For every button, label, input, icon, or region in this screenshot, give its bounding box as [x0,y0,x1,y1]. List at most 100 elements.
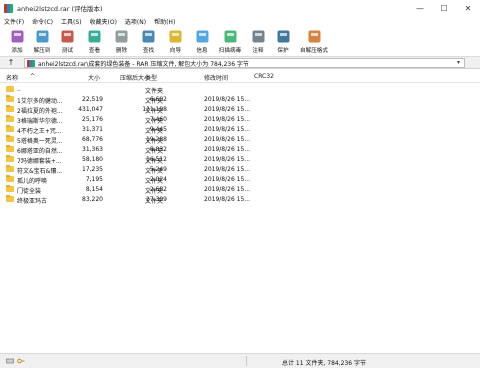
column-modified[interactable]: 修改时间 [204,73,228,82]
comment-icon [250,28,267,45]
file-name: .. [17,86,21,93]
toolbar-label: 信息 [196,48,208,54]
column-type[interactable]: 类型 [145,73,157,82]
toolbar-button-5[interactable]: 查找 [135,27,162,54]
menu-file[interactable]: 文件(F) [0,17,28,26]
toolbar-button-8[interactable]: 扫描病毒 [215,27,245,54]
column-crc[interactable]: CRC32 [254,73,274,80]
info-icon [194,28,211,45]
view-icon [86,28,103,45]
up-one-level-icon[interactable]: ↑ [0,58,22,67]
file-size: 17,235 [82,166,103,173]
menu-help[interactable]: 帮助(H) [150,17,179,26]
key-icon[interactable] [17,357,25,365]
maximize-button[interactable]: ☐ [432,0,456,16]
extract-to-icon [34,28,51,45]
scan-virus-icon [222,28,239,45]
status-icons [6,357,25,365]
toolbar: 添加 解压到 测试 查看 删除 查找 向导 信息 扫描病毒 注释 保护 自解压格式 [0,27,480,57]
toolbar-label: 注释 [252,48,264,54]
protect-icon [275,28,292,45]
file-modified: 2019/8/26 15... [204,146,251,153]
toolbar-button-4[interactable]: 删除 [108,27,135,54]
folder-icon [6,155,14,162]
toolbar-label: 删除 [115,48,128,54]
file-modified: 2019/8/26 15... [204,116,251,123]
folder-icon [6,185,14,192]
file-modified: 2019/8/26 15... [204,96,251,103]
winrar-app-icon [4,3,13,13]
toolbar-button-10[interactable]: 保护 [271,27,295,54]
list-item[interactable]: 6娜塔亚的自然... 31,363 8,832 文件夹 2019/8/26 15... [0,144,480,155]
file-modified: 2019/8/26 15... [204,166,251,173]
add-archive-icon [9,28,26,45]
file-size: 58,180 [82,156,103,163]
toolbar-label: 保护 [277,48,289,54]
folder-icon [6,95,14,102]
file-modified: 2019/8/26 15... [204,176,251,183]
test-icon [59,28,76,45]
file-modified: 2019/8/26 15... [204,186,251,193]
menu-bar: 文件(F) 命令(C) 工具(S) 收藏夹(O) 选项(N) 帮助(H) [0,16,480,27]
list-item-updir[interactable]: .. 文件夹 [0,84,480,95]
drive-icon[interactable] [6,357,14,365]
window-title: anhei2lstzcd.rar (评估版本) [17,5,103,13]
column-name[interactable]: 名称 [6,73,18,82]
menu-favorites[interactable]: 收藏夹(O) [86,17,121,26]
toolbar-button-9[interactable]: 注释 [245,27,271,54]
column-size[interactable]: 大小 [88,73,100,82]
folder-icon [6,165,14,172]
list-item[interactable]: 7玛德娜套装+... 58,180 16,512 文件夹 2019/8/26 15... [0,154,480,165]
toolbar-label: 测试 [61,48,74,54]
menu-commands[interactable]: 命令(C) [28,17,57,26]
column-header-row: 名称 ^ 大小 压缩后大小 类型 修改时间 CRC32 [0,69,480,83]
file-modified: 2019/8/26 15... [204,106,251,113]
list-item[interactable]: 孤儿的呼唤 7,195 2,024 文件夹 2019/8/26 15... [0,174,480,185]
folder-icon [6,175,14,182]
list-item[interactable]: 2福拉夏的外袍... 431,047 121,198 文件夹 2019/8/26 15.… [0,104,480,115]
folder-icon [6,135,14,142]
file-size: 68,776 [82,136,103,143]
path-field[interactable]: anhei2lstzcd.rar\成套的绿色装备 - RAR 压缩文件, 解包大… [24,58,465,68]
file-size: 7,195 [85,176,103,183]
folder-icon [6,125,14,132]
file-size: 31,371 [82,126,103,133]
file-modified: 2019/8/26 15... [204,196,251,203]
folder-icon [6,195,14,202]
list-item[interactable]: 5塔格奥一死灵... 68,776 19,288 文件夹 2019/8/26 15... [0,134,480,145]
menu-tools[interactable]: 工具(S) [57,17,86,26]
file-list: 名称 ^ 大小 压缩后大小 类型 修改时间 CRC32 .. 文件夹 1艾尔多的… [0,69,480,353]
window-controls: — ☐ ✕ [408,0,480,16]
list-item[interactable]: 符文&宝石&镶... 17,235 5,249 文件夹 2019/8/26 15... [0,164,480,175]
status-bar: 总计 11 文件夹, 784,236 字节 [0,353,480,368]
title-bar: anhei2lstzcd.rar (评估版本) — ☐ ✕ [0,0,480,16]
toolbar-button-0[interactable]: 添加 [4,27,30,54]
list-item[interactable]: 门徒全装 8,154 2,682 文件夹 2019/8/26 15... [0,184,480,195]
folder-icon [6,145,14,152]
toolbar-button-6[interactable]: 向导 [162,27,189,54]
list-item[interactable]: 1艾尔多的健动... 22,519 6,602 文件夹 2019/8/26 15... [0,94,480,105]
toolbar-button-1[interactable]: 解压到 [30,27,54,54]
status-divider [246,356,247,366]
list-item[interactable]: 3格瑞斯华尔德... 25,176 7,460 文件夹 2019/8/26 15... [0,114,480,125]
menu-options[interactable]: 选项(N) [121,17,150,26]
file-name: 终极亚玛古 [17,198,48,205]
toolbar-label: 查看 [88,48,101,54]
find-icon [140,28,157,45]
minimize-button[interactable]: — [408,0,432,16]
toolbar-label: 自解压格式 [300,48,328,54]
folder-icon [6,115,14,122]
toolbar-label: 向导 [169,48,182,54]
wizard-icon [167,28,184,45]
list-item[interactable]: 终极亚玛古 83,220 27,309 文件夹 2019/8/26 15... [0,194,480,205]
toolbar-button-3[interactable]: 查看 [81,27,108,54]
delete-icon [113,28,130,45]
path-dropdown-icon[interactable]: ▾ [457,59,460,66]
sfx-icon [306,28,323,45]
list-item[interactable]: 4不朽之王+咒... 31,371 9,445 文件夹 2019/8/26 15... [0,124,480,135]
close-button[interactable]: ✕ [456,0,480,16]
path-text: anhei2lstzcd.rar\成套的绿色装备 - RAR 压缩文件, 解包大… [38,60,249,68]
toolbar-button-2[interactable]: 测试 [54,27,81,54]
toolbar-button-11[interactable]: 自解压格式 [295,27,333,54]
toolbar-button-7[interactable]: 信息 [189,27,215,54]
